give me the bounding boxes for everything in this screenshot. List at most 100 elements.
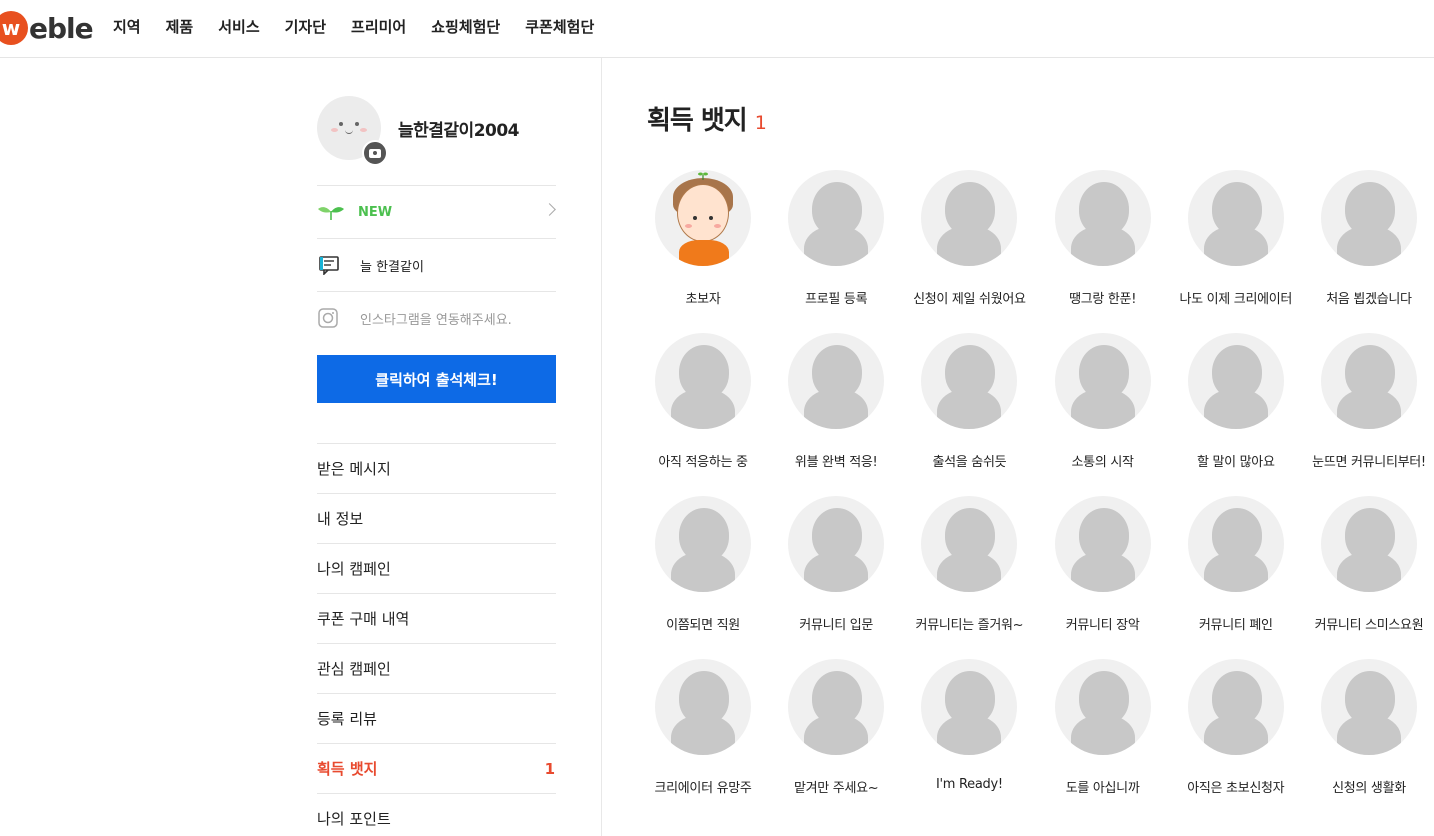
earned-badge-count: 1 <box>754 112 767 134</box>
badge-name: 아직 적응하는 중 <box>658 455 748 470</box>
badge-item[interactable]: 커뮤니티 폐인 <box>1169 496 1303 633</box>
badge-item[interactable]: 위블 완벽 적응! <box>769 333 903 470</box>
attendance-check-button[interactable]: 클릭하여 출석체크! <box>317 355 556 403</box>
nav-item-shopping-trial[interactable]: 쇼핑체험단 <box>431 16 500 37</box>
badge-item[interactable]: 나도 이제 크리에이터 <box>1169 170 1303 307</box>
sidebar-item-label: 관심 캠페인 <box>317 660 391 678</box>
badge-locked-image <box>1187 170 1284 266</box>
badge-locked-image <box>788 333 885 429</box>
content-divider <box>601 58 602 836</box>
badge-item[interactable]: 할 말이 많아요 <box>1169 333 1303 470</box>
badge-item[interactable]: 초보자 <box>636 170 770 307</box>
sidebar-item-label: 나의 캠페인 <box>317 560 391 578</box>
camera-icon[interactable] <box>362 140 388 166</box>
new-level-row[interactable]: NEW <box>317 185 556 238</box>
nav-item-coupon-trial[interactable]: 쿠폰체험단 <box>525 16 594 37</box>
badge-name: 초보자 <box>685 292 721 307</box>
badge-item[interactable]: 아직은 초보신청자 <box>1169 659 1303 796</box>
badge-name: 커뮤니티 스미스요원 <box>1314 618 1424 633</box>
instagram-icon <box>317 307 347 329</box>
top-navigation-bar: w eble 지역 제품 서비스 기자단 프리미어 쇼핑체험단 쿠폰체험단 <box>0 0 1434 58</box>
badge-name: 도를 아십니까 <box>1065 781 1140 796</box>
badge-name: 커뮤니티 폐인 <box>1198 618 1273 633</box>
nav-item-product[interactable]: 제품 <box>166 16 194 37</box>
badge-locked-image <box>1321 659 1417 755</box>
badge-item[interactable]: 커뮤니티는 즐거워~ <box>902 496 1036 633</box>
nickname: 늘한결같이2004 <box>398 121 520 141</box>
sidebar-item-my-campaigns[interactable]: 나의 캠페인 <box>317 543 556 593</box>
badge-item[interactable]: 이쯤되면 직원 <box>636 496 770 633</box>
sidebar-item-label: 획득 뱃지 <box>317 760 378 778</box>
badge-item[interactable]: 프로필 등록 <box>769 170 903 307</box>
badge-item[interactable]: I'm Ready! <box>902 659 1036 792</box>
badge-item[interactable]: 땡그랑 한푼! <box>1036 170 1170 307</box>
badge-item[interactable]: 처음 뵙겠습니다 <box>1302 170 1434 307</box>
sidebar-item-coupon-history[interactable]: 쿠폰 구매 내역 <box>317 593 556 643</box>
page-title: 획득 뱃지 1 <box>647 100 767 137</box>
sprout-icon <box>317 203 347 221</box>
badge-name: 커뮤니티 장악 <box>1065 618 1140 633</box>
badge-item[interactable]: 출석을 숨쉬듯 <box>902 333 1036 470</box>
sidebar-item-badges[interactable]: 획득 뱃지 1 <box>317 743 556 793</box>
nav-item-service[interactable]: 서비스 <box>218 16 259 37</box>
badge-locked-image <box>788 659 885 755</box>
instagram-link-text: 인스타그램을 연동해주세요. <box>360 312 512 328</box>
avatar-cheek <box>331 128 338 132</box>
badge-name: 소통의 시작 <box>1071 455 1134 470</box>
weble-logo[interactable]: w eble <box>0 10 94 46</box>
badge-item[interactable]: 신청이 제일 쉬웠어요 <box>902 170 1036 307</box>
avatar-eye <box>355 122 359 126</box>
badge-item[interactable]: 소통의 시작 <box>1036 333 1170 470</box>
badge-name: I'm Ready! <box>936 777 1003 792</box>
badge-name: 프로필 등록 <box>805 292 868 307</box>
badge-locked-image <box>788 496 885 592</box>
new-label: NEW <box>358 204 393 220</box>
badge-locked-image <box>1187 496 1284 592</box>
badge-item[interactable]: 커뮤니티 입문 <box>769 496 903 633</box>
status-row[interactable]: 늘 한결같이 <box>317 238 556 291</box>
sidebar-item-label: 받은 메시지 <box>317 460 391 478</box>
badge-locked-image <box>1054 333 1151 429</box>
sidebar-item-points[interactable]: 나의 포인트 <box>317 793 556 836</box>
badge-item[interactable]: 도를 아십니까 <box>1036 659 1170 796</box>
chevron-right-icon <box>543 203 556 216</box>
badge-name: 처음 뵙겠습니다 <box>1326 292 1412 307</box>
badge-locked-image <box>1187 659 1284 755</box>
instagram-row[interactable]: 인스타그램을 연동해주세요. <box>317 291 556 344</box>
badge-item[interactable]: 맡겨만 주세요~ <box>769 659 903 796</box>
sidebar-item-reviews[interactable]: 등록 리뷰 <box>317 693 556 743</box>
main-nav: 지역 제품 서비스 기자단 프리미어 쇼핑체험단 쿠폰체험단 <box>113 16 619 37</box>
sidebar-item-messages[interactable]: 받은 메시지 <box>317 443 556 493</box>
badge-name: 출석을 숨쉬듯 <box>932 455 1007 470</box>
badge-name: 위블 완벽 적응! <box>794 455 878 470</box>
sidebar-item-label: 등록 리뷰 <box>317 710 377 728</box>
nav-item-reporters[interactable]: 기자단 <box>285 16 326 37</box>
avatar-cheek <box>360 128 367 132</box>
logo-mark: w <box>0 11 28 45</box>
badge-item[interactable]: 아직 적응하는 중 <box>636 333 770 470</box>
sidebar-item-label: 쿠폰 구매 내역 <box>317 610 410 628</box>
badge-locked-image <box>921 496 1018 592</box>
badge-name: 땡그랑 한푼! <box>1069 292 1137 307</box>
sidebar-item-my-info[interactable]: 내 정보 <box>317 493 556 543</box>
badge-locked-image <box>655 659 751 755</box>
nav-item-premier[interactable]: 프리미어 <box>351 16 406 37</box>
badge-locked-image <box>921 659 1018 755</box>
badge-item[interactable]: 눈뜨면 커뮤니티부터! <box>1302 333 1434 470</box>
badge-item[interactable]: 크리에이터 유망주 <box>636 659 770 796</box>
logo-text: eble <box>29 11 94 45</box>
badge-locked-image <box>921 170 1018 266</box>
badge-locked-image <box>1321 496 1417 592</box>
badge-name: 이쯤되면 직원 <box>666 618 740 633</box>
badge-count: 1 <box>544 759 555 778</box>
nav-item-region[interactable]: 지역 <box>113 16 141 37</box>
sidebar-item-label: 나의 포인트 <box>317 810 391 828</box>
badge-locked-image <box>655 333 751 429</box>
badge-item[interactable]: 커뮤니티 스미스요원 <box>1302 496 1434 633</box>
badge-locked-image <box>1321 170 1417 266</box>
badge-item[interactable]: 커뮤니티 장악 <box>1036 496 1170 633</box>
badge-name: 할 말이 많아요 <box>1196 455 1275 470</box>
sidebar-item-favorite-campaigns[interactable]: 관심 캠페인 <box>317 643 556 693</box>
badge-name: 아직은 초보신청자 <box>1187 781 1285 796</box>
badge-item[interactable]: 신청의 생활화 <box>1302 659 1434 796</box>
